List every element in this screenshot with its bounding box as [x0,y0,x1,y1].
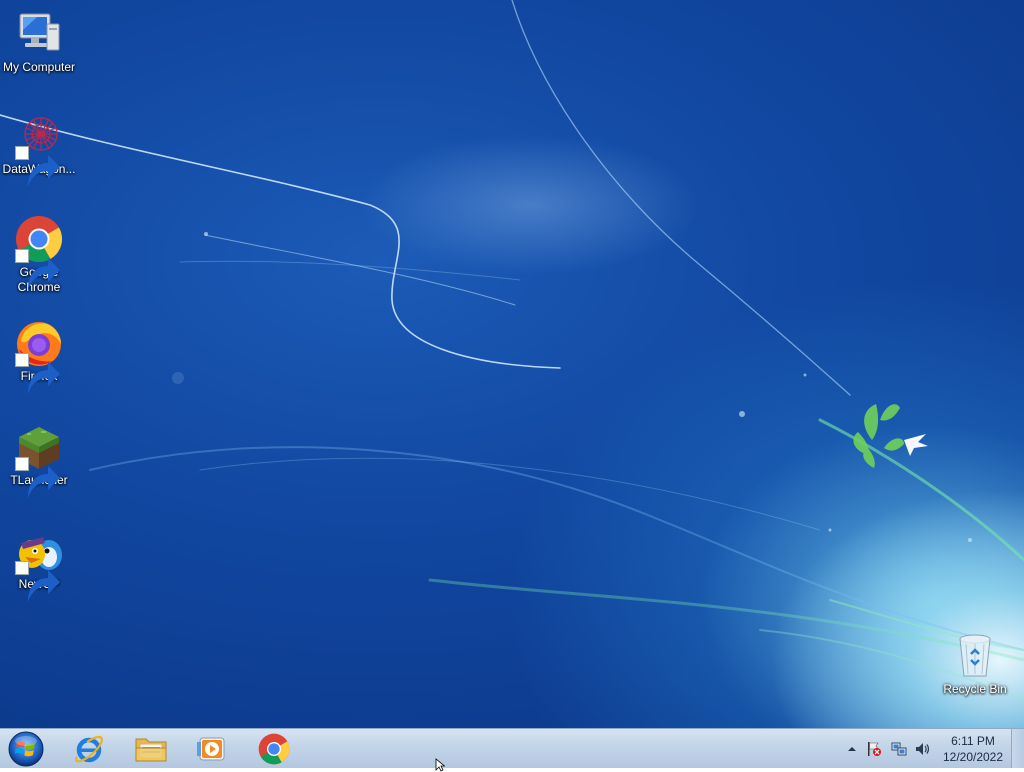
desktop[interactable]: My Computer DataWagon... [0,0,1024,728]
desktop-icon-recycle-bin[interactable]: Recycle Bin [936,632,1014,697]
taskbar-internet-explorer-button[interactable] [64,731,114,767]
mouse-pointer-icon [435,758,445,772]
shortcut-arrow-icon [15,457,60,498]
folder-icon [135,738,167,762]
newcp-icon [15,527,63,602]
desktop-icon-label: Recycle Bin [943,682,1007,696]
network-icon[interactable] [891,741,907,757]
taskbar-windows-explorer-button[interactable] [126,731,176,767]
taskbar: 6:11 PM 12/20/2022 [0,728,1024,768]
show-desktop-button[interactable] [1011,729,1024,768]
desktop-icon-google-chrome[interactable]: Google Chrome [0,215,78,295]
desktop-icon-my-computer[interactable]: My Computer [0,10,78,75]
datawagon-icon [15,112,63,187]
desktop-icon-tlauncher[interactable]: TLauncher [0,423,78,498]
taskbar-chrome-button[interactable] [249,731,299,767]
volume-icon[interactable] [914,741,930,757]
shortcut-arrow-icon [15,249,60,290]
taskbar-clock[interactable]: 6:11 PM 12/20/2022 [932,733,1014,765]
chrome-icon [15,215,63,290]
chrome-icon [258,733,290,765]
wallpaper-art [0,0,1024,701]
shortcut-arrow-icon [15,146,60,187]
internet-explorer-icon [74,735,103,763]
shortcut-arrow-icon [15,353,60,394]
shortcut-arrow-icon [15,561,60,602]
start-button[interactable] [2,731,50,767]
desktop-icon-newcp[interactable]: NewCP [0,527,78,602]
desktop-icon-firefox[interactable]: Firefox [0,319,78,394]
desktop-icon-datawagon[interactable]: DataWagon... [0,112,78,187]
computer-icon [15,10,63,58]
clock-date: 12/20/2022 [942,750,1004,764]
taskbar-media-player-button[interactable] [187,731,237,767]
recycle-bin-icon [951,632,999,680]
action-center-flag-icon[interactable] [866,741,882,757]
clock-time: 6:11 PM [951,734,995,748]
windows-start-icon [8,731,44,767]
media-player-icon [197,737,225,761]
desktop-icon-label: My Computer [2,60,76,74]
show-hidden-icons-arrow[interactable] [844,741,860,757]
firefox-icon [15,319,63,394]
tlauncher-icon [15,423,63,498]
